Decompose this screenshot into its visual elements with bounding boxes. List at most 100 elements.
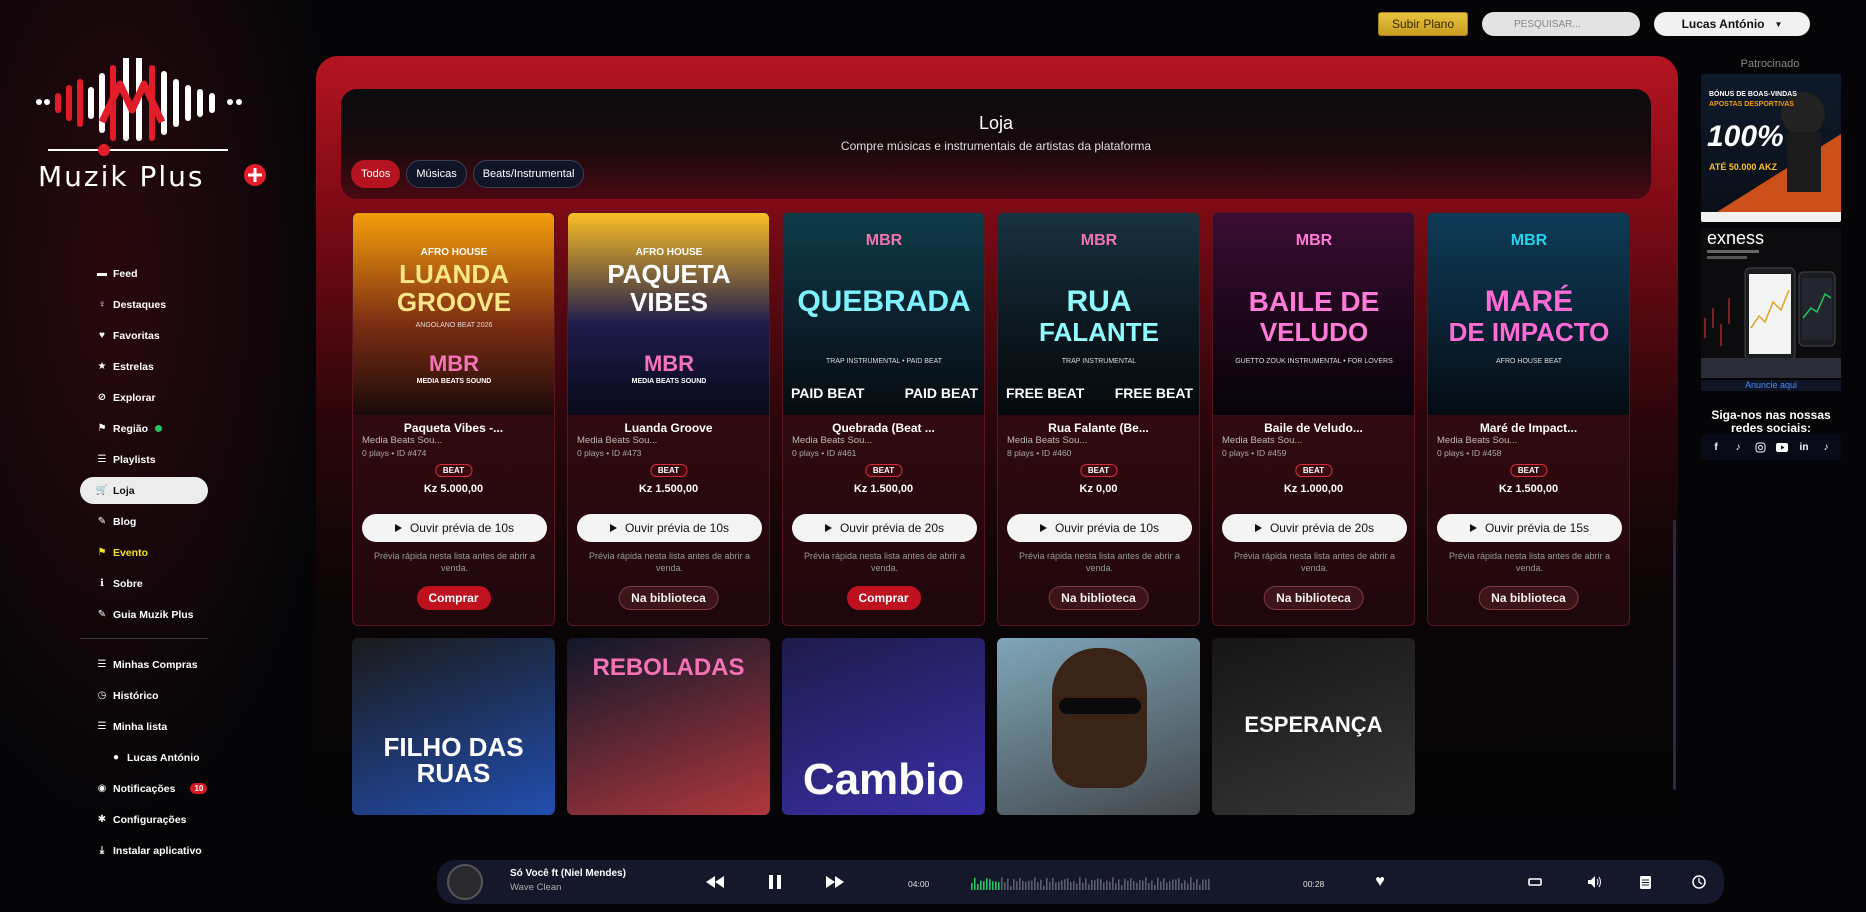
sidebar-item-sobre[interactable]: ℹ Sobre (80, 568, 208, 599)
muzik-plus-logo[interactable]: Muzik Plus (36, 58, 278, 222)
ad1-top-text: BÓNUS DE BOAS-VINDAS (1709, 89, 1797, 98)
queue-icon[interactable] (1637, 874, 1653, 890)
sidebar-item-notifica-es[interactable]: ◉ Notificações 10 (80, 773, 208, 804)
product-cover-art[interactable]: MBR QUEBRADA TRAP INSTRUMENTAL • PAID BEAT… (783, 213, 984, 415)
preview-button[interactable]: Ouvir prévia de 20s (1222, 514, 1407, 542)
repeat-icon[interactable] (1527, 874, 1543, 890)
cover-sub-text: TRAP INSTRUMENTAL (1062, 358, 1137, 365)
sidebar-item-label: Favoritas (113, 329, 160, 342)
advertise-link[interactable]: Anuncie aqui (1701, 380, 1841, 391)
sidebar-item-regi-o[interactable]: ⚑ Região (80, 413, 208, 444)
sidebar-item-feed[interactable]: ▬ Feed (80, 258, 208, 289)
product-artist[interactable]: Media Beats Sou... (577, 435, 657, 446)
product-cover-art[interactable]: MBR MARÉ DE IMPACTO AFRO HOUSE BEAT (1428, 213, 1629, 415)
sidebar-item-destaques[interactable]: ♀ Destaques (80, 289, 208, 320)
sidebar-item-playlists[interactable]: ☰ Playlists (80, 444, 208, 475)
ad-banner-bonus[interactable]: BÓNUS DE BOAS-VINDAS APOSTAS DESPORTIVAS… (1701, 74, 1841, 222)
product-card[interactable]: FILHO DAS RUAS (352, 638, 555, 815)
sidebar-item-loja[interactable]: 🛒 Loja (80, 477, 208, 504)
product-artist[interactable]: Media Beats Sou... (1437, 435, 1517, 446)
product-card[interactable]: ESPERANÇA (1212, 638, 1415, 815)
page-title: Loja (978, 113, 1014, 133)
cover-logo_sub-text: MEDIA BEATS SOUND (417, 378, 492, 385)
sidebar-item-instalar-aplicativo[interactable]: ⤓ Instalar aplicativo (80, 835, 208, 866)
tiktok-icon[interactable]: ♪ (1820, 441, 1832, 453)
next-icon[interactable] (825, 874, 845, 890)
product-card[interactable]: AFRO HOUSE LUANDA GROOVE ANGOLANO BEAT 2026… (352, 212, 555, 626)
sidebar-item-estrelas[interactable]: ★ Estrelas (80, 351, 208, 382)
pause-icon[interactable] (765, 874, 785, 890)
preview-button[interactable]: Ouvir prévia de 15s (1437, 514, 1622, 542)
in-library-button[interactable]: Na biblioteca (1478, 586, 1579, 610)
sidebar-item-explorar[interactable]: ⊘ Explorar (80, 382, 208, 413)
product-artist[interactable]: Media Beats Sou... (362, 435, 442, 446)
sidebar-item-lucas-ant-nio[interactable]: ● Lucas António (80, 742, 208, 773)
in-library-button[interactable]: Na biblioteca (618, 586, 719, 610)
product-cover-art[interactable]: AFRO HOUSE LUANDA GROOVE ANGOLANO BEAT 2026… (353, 213, 554, 415)
heart-icon[interactable]: ♥ (1372, 873, 1388, 890)
sidebar-item-label: Região (113, 422, 149, 435)
sidebar-item-minhas-compras[interactable]: ☰ Minhas Compras (80, 649, 208, 680)
sidebar-item-configura-es[interactable]: ✱ Configurações (80, 804, 208, 835)
preview-button[interactable]: Ouvir prévia de 10s (1007, 514, 1192, 542)
filter-tab-m-sicas[interactable]: Músicas (406, 160, 467, 188)
product-cover-art[interactable]: MBR RUA FALANTE TRAP INSTRUMENTAL FREE BEAT F… (998, 213, 1199, 415)
sidebar-item-minha-lista[interactable]: ☰ Minha lista (80, 711, 208, 742)
product-card[interactable]: AFRO HOUSE PAQUETA VIBES MBR MEDIA BEATS SOU… (567, 212, 770, 626)
waveform-progress[interactable] (971, 876, 1213, 890)
waveform-bar (1109, 881, 1111, 890)
product-card[interactable]: Cambio (782, 638, 985, 815)
in-library-button[interactable]: Na biblioteca (1048, 586, 1149, 610)
product-title[interactable]: Quebrada (Beat ... (783, 421, 984, 435)
scrollbar[interactable] (1673, 520, 1676, 790)
product-cover-art[interactable]: AFRO HOUSE PAQUETA VIBES MBR MEDIA BEATS SOU… (568, 213, 769, 415)
product-title[interactable]: Rua Falante (Be... (998, 421, 1199, 435)
product-title[interactable]: Maré de Impact... (1428, 421, 1629, 435)
buy-button[interactable]: Comprar (416, 586, 491, 610)
cover-l2-text: VIBES (630, 287, 708, 317)
sidebar-nav: ▬ Feed ♀ Destaques ♥ Favoritas ★ Estrelas ⊘ Explo… (80, 258, 208, 866)
product-title[interactable]: Paqueta Vibes -... (353, 421, 554, 435)
previous-icon[interactable] (705, 874, 725, 890)
user-menu-button[interactable]: Lucas António ▼ (1654, 12, 1810, 36)
product-title[interactable]: Luanda Groove (568, 421, 769, 435)
player-album-art[interactable] (447, 864, 483, 900)
ad-banner-exness[interactable]: exness (1701, 228, 1841, 378)
preview-button[interactable]: Ouvir prévia de 10s (577, 514, 762, 542)
cover-l1-text: LUANDA (399, 259, 509, 289)
product-artist[interactable]: Media Beats Sou... (1007, 435, 1087, 446)
sidebar-item-guia-muzik-plus[interactable]: ✎ Guia Muzik Plus (80, 599, 208, 630)
product-card[interactable]: MBR MARÉ DE IMPACTO AFRO HOUSE BEAT Maré de … (1427, 212, 1630, 626)
clock-icon[interactable] (1691, 874, 1707, 890)
product-artist[interactable]: Media Beats Sou... (792, 435, 872, 446)
preview-button[interactable]: Ouvir prévia de 20s (792, 514, 977, 542)
facebook-icon[interactable]: f (1710, 441, 1722, 453)
product-artist[interactable]: Media Beats Sou... (1222, 435, 1302, 446)
search-input[interactable] (1482, 12, 1640, 36)
buy-button[interactable]: Comprar (846, 586, 921, 610)
product-title[interactable]: Baile de Veludo... (1213, 421, 1414, 435)
product-card[interactable]: MBR BAILE DE VELUDO GUETTO ZOUK INSTRUMENTA… (1212, 212, 1415, 626)
sidebar-item-evento[interactable]: ⚑ Evento (80, 537, 208, 568)
sidebar-item-blog[interactable]: ✎ Blog (80, 506, 208, 537)
linkedin-icon[interactable]: in (1798, 441, 1810, 453)
waveform-bar (1175, 879, 1177, 890)
filter-tab-beats-instrumental[interactable]: Beats/Instrumental (472, 160, 585, 188)
waveform-bar (1145, 877, 1147, 890)
instagram-icon[interactable] (1754, 441, 1766, 453)
product-card[interactable]: MBR RUA FALANTE TRAP INSTRUMENTAL FREE BEAT F… (997, 212, 1200, 626)
sidebar-item-hist-rico[interactable]: ◷ Histórico (80, 680, 208, 711)
in-library-button[interactable]: Na biblioteca (1263, 586, 1364, 610)
youtube-icon[interactable] (1776, 441, 1788, 453)
filter-tab-todos[interactable]: Todos (351, 160, 401, 188)
product-cover-art[interactable]: MBR BAILE DE VELUDO GUETTO ZOUK INSTRUMENTA… (1213, 213, 1414, 415)
tiktok-icon[interactable]: ♪ (1732, 441, 1744, 453)
product-card[interactable] (997, 638, 1200, 815)
upgrade-plan-button[interactable]: Subir Plano (1378, 12, 1468, 36)
volume-icon[interactable] (1587, 874, 1603, 890)
waveform-bar (1142, 880, 1144, 890)
sidebar-item-favoritas[interactable]: ♥ Favoritas (80, 320, 208, 351)
preview-button[interactable]: Ouvir prévia de 10s (362, 514, 547, 542)
product-card[interactable]: REBOLADAS (567, 638, 770, 815)
product-card[interactable]: MBR QUEBRADA TRAP INSTRUMENTAL • PAID BEAT… (782, 212, 985, 626)
